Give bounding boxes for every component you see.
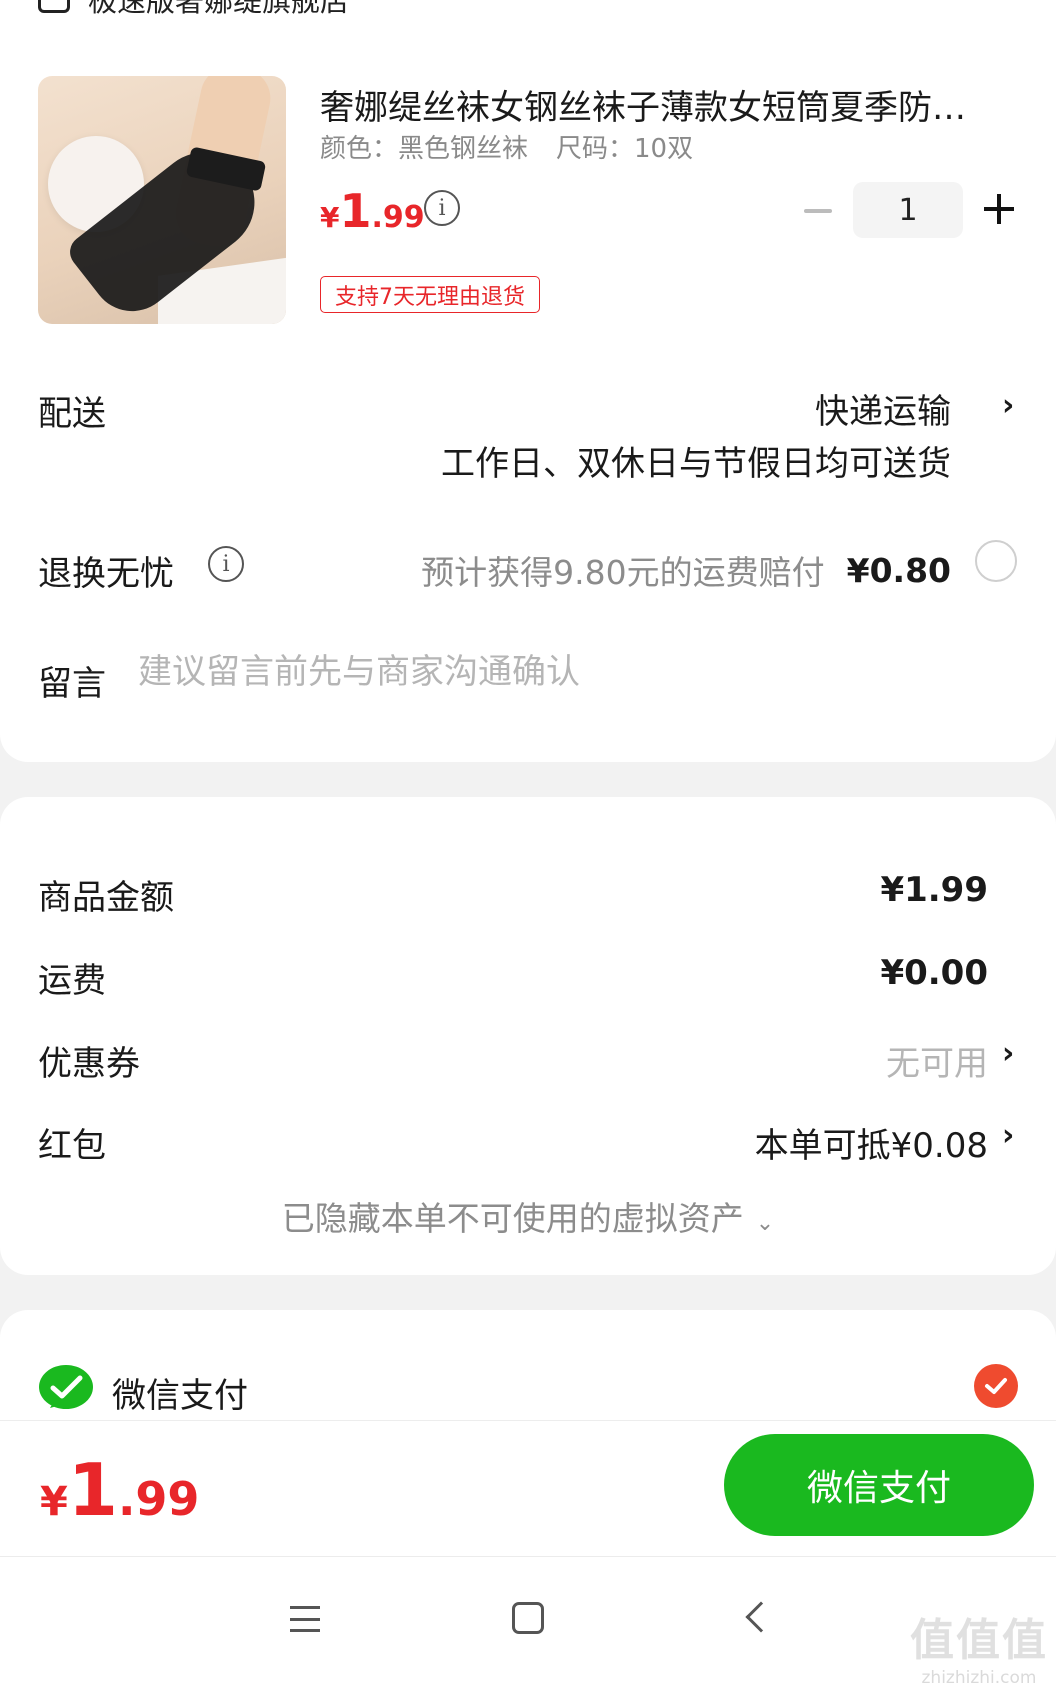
delivery-method[interactable]: 快递运输 [815,384,951,433]
spec-color: 颜色：黑色钢丝袜 [320,134,529,164]
message-input[interactable] [138,652,998,692]
insurance-description: 预计获得9.80元的运费赔付 ¥0.80 [421,546,951,594]
price-info-icon[interactable]: i [424,190,460,226]
total-decimal: .99 [117,1472,200,1526]
shipping-value: ¥0.00 [880,953,988,993]
delivery-label: 配送 [38,394,106,434]
shop-header[interactable]: 极速版奢娜缇旗舰店 [38,0,349,18]
product-image[interactable] [38,76,286,324]
insurance-amount: ¥0.80 [846,550,951,590]
goods-amount-row: 商品金额 ¥1.99 [38,870,1018,918]
product-title: 奢娜缇丝袜女钢丝袜子薄款女短筒夏季防… [320,88,966,128]
insurance-desc-text: 预计获得9.80元的运费赔付 [421,553,825,592]
price-currency: ¥ [320,201,340,234]
shop-icon [38,0,70,13]
hidden-assets-toggle[interactable]: 已隐藏本单不可使用的虚拟资产 ⌄ [0,1192,1056,1240]
total-price: ¥ 1 .99 [40,1448,199,1532]
price-integer: 1 [339,184,372,238]
menu-icon[interactable] [290,1606,320,1632]
shipping-row: 运费 ¥0.00 [38,953,1018,1001]
chevron-right-icon[interactable]: › [1002,1036,1014,1071]
chevron-right-icon[interactable]: › [1002,1118,1014,1153]
watermark-logo: 值值值 [910,1615,1048,1666]
goods-amount-value: ¥1.99 [880,870,988,910]
shop-name: 极速版奢娜缇旗舰店 [88,0,350,18]
check-icon[interactable] [974,1364,1018,1408]
total-currency: ¥ [40,1479,68,1525]
insurance-info-icon[interactable]: i [208,546,244,582]
message-label: 留言 [38,664,106,704]
quantity-input[interactable]: 1 [853,182,963,238]
red-packet-label: 红包 [38,1126,106,1166]
quantity-increase-button[interactable] [984,194,1014,224]
product-price: ¥ 1 .99 [320,184,425,238]
order-item-card: 极速版奢娜缇旗舰店 奢娜缇丝袜女钢丝袜子薄款女短筒夏季防… 颜色：黑色钢丝袜 尺… [0,0,1056,762]
delivery-note: 工作日、双休日与节假日均可送货 [441,444,951,484]
chevron-right-icon[interactable]: › [1002,388,1014,423]
chevron-down-icon: ⌄ [755,1211,775,1236]
hidden-assets-text: 已隐藏本单不可使用的虚拟资产 [281,1199,744,1238]
coupon-value: 无可用 [886,1044,988,1084]
goods-amount-label: 商品金额 [38,878,174,918]
payment-method-name[interactable]: 微信支付 [112,1368,248,1417]
home-icon[interactable] [512,1602,544,1634]
total-integer: 1 [67,1448,118,1532]
shipping-label: 运费 [38,961,106,1001]
return-insurance-label: 退换无忧 [38,554,174,594]
product-spec[interactable]: 颜色：黑色钢丝袜 尺码：10双 [320,128,693,165]
watermark: 值值值 zhizhizhi.com [904,1604,1054,1684]
red-packet-value: 本单可抵¥0.08 [754,1126,988,1166]
spec-size: 尺码：10双 [556,134,694,164]
return-policy-badge: 支持7天无理由退货 [320,276,540,313]
price-decimal: .99 [371,200,425,235]
coupon-row[interactable]: 优惠券 无可用 [38,1036,1018,1084]
insurance-radio[interactable] [975,540,1017,582]
red-packet-row[interactable]: 红包 本单可抵¥0.08 [38,1118,1018,1166]
watermark-url: zhizhizhi.com [921,1668,1037,1684]
quantity-decrease-button[interactable] [804,196,834,226]
coupon-label: 优惠券 [38,1044,140,1084]
wechat-pay-button[interactable]: 微信支付 [724,1434,1034,1536]
wechat-pay-icon [39,1365,93,1409]
